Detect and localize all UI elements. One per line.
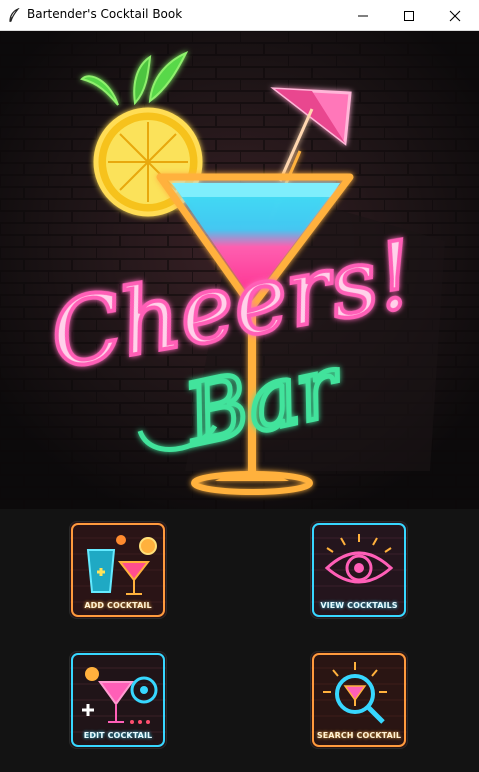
- close-button[interactable]: [432, 0, 478, 31]
- minimize-icon: [358, 15, 368, 16]
- view-cocktails-button[interactable]: VIEW COCKTAILS: [311, 522, 407, 618]
- edit-cocktail-label: EDIT COCKTAIL: [83, 731, 153, 740]
- feather-icon: [9, 8, 20, 23]
- view-cocktails-label: VIEW COCKTAILS: [320, 601, 398, 610]
- hero-neon-sign: Cheers! Bar: [0, 31, 479, 509]
- close-icon: [449, 10, 461, 21]
- app-window: Bartender's Cocktail Book Cheers! Bar AD…: [0, 0, 479, 772]
- add-cocktail-label: ADD COCKTAIL: [84, 601, 152, 610]
- edit-cocktail-button[interactable]: EDIT COCKTAIL: [70, 652, 166, 748]
- maximize-icon: [404, 10, 414, 21]
- menu-panel: ADD COCKTAIL VIEW COCKTAILS EDIT COCKTAI…: [0, 509, 479, 772]
- title-bar[interactable]: Bartender's Cocktail Book: [0, 0, 479, 31]
- search-cocktail-button[interactable]: SEARCH COCKTAIL: [311, 652, 407, 748]
- window-title: Bartender's Cocktail Book: [27, 7, 183, 21]
- maximize-button[interactable]: [386, 0, 432, 31]
- search-cocktail-label: SEARCH COCKTAIL: [316, 731, 402, 740]
- neon-cocktail-sign: Cheers! Bar: [0, 31, 479, 509]
- add-cocktail-button[interactable]: ADD COCKTAIL: [70, 522, 166, 618]
- minimize-button[interactable]: [340, 0, 386, 31]
